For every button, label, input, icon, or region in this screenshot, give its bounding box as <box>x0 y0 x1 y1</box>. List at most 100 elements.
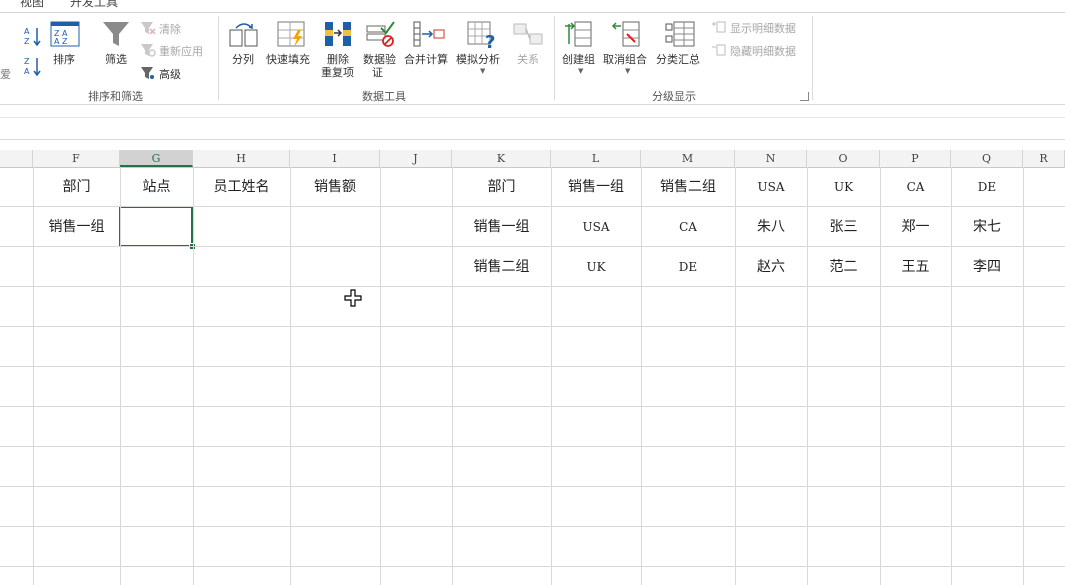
active-cell-G2[interactable] <box>119 206 193 247</box>
consolidate-button[interactable]: 合并计算 <box>404 20 454 70</box>
column-header-N[interactable]: N <box>735 150 807 167</box>
gridline-vertical <box>33 167 34 585</box>
cell-Q3[interactable]: 李四 <box>951 247 1023 287</box>
cell-K3[interactable]: 销售二组 <box>452 247 551 287</box>
cell-I1[interactable]: 销售额 <box>290 167 380 207</box>
gridline-vertical <box>1023 167 1024 585</box>
gridline-horizontal <box>0 326 1065 327</box>
formula-bar-area <box>0 104 1065 140</box>
advanced-label: 高级 <box>159 68 181 81</box>
column-header-M[interactable]: M <box>641 150 735 167</box>
show-detail-icon <box>712 21 726 33</box>
cell-L2[interactable]: USA <box>551 207 641 247</box>
column-header-Q[interactable]: Q <box>951 150 1023 167</box>
group-button[interactable]: 创建组 ▼ <box>561 20 601 80</box>
column-headers: FGHIJKLMNOPQR <box>0 150 1065 168</box>
svg-text:Z: Z <box>24 37 30 46</box>
sort-label: 排序 <box>53 53 75 66</box>
ungroup-icon <box>611 21 640 47</box>
cell-K1[interactable]: 部门 <box>452 167 551 207</box>
sort-ascending-button[interactable]: A Z <box>23 24 43 48</box>
excel-window: 视图 开发工具 爱 A Z Z A Z A A Z 排序 筛选 清除 重新应用 … <box>0 0 1065 585</box>
worksheet-grid[interactable]: 部门 站点 员工姓名 销售额 部门 销售一组 销售二组 USA UK CA DE 销售一组 销售一组 US… <box>0 167 1065 585</box>
gridline-vertical <box>735 167 736 585</box>
tab-view[interactable]: 视图 <box>20 0 44 10</box>
group-separator <box>812 16 813 100</box>
cell-P3[interactable]: 王五 <box>880 247 951 287</box>
cell-H1[interactable]: 员工姓名 <box>193 167 290 207</box>
sort-az-icon: A Z <box>24 27 41 47</box>
sort-button[interactable]: Z A A Z 排序 <box>50 20 82 70</box>
flash-fill-button[interactable]: 快速填充 <box>266 20 318 70</box>
gridline-vertical <box>120 167 121 585</box>
cell-M1[interactable]: 销售二组 <box>641 167 735 207</box>
remove-duplicates-button[interactable]: 删除 重复项 <box>320 20 360 82</box>
gridline-horizontal <box>0 446 1065 447</box>
what-if-label: 模拟分析 <box>456 53 500 66</box>
text-to-columns-button[interactable]: 分列 <box>228 20 262 70</box>
data-validation-button[interactable]: 数据验 证 <box>362 20 402 82</box>
reapply-icon <box>141 44 156 57</box>
what-if-icon: ? <box>467 21 495 50</box>
flash-fill-icon <box>277 21 305 47</box>
gridline-horizontal <box>0 526 1065 527</box>
dialog-launcher-icon[interactable] <box>800 92 809 101</box>
filter-button[interactable]: 筛选 <box>101 20 133 70</box>
ungroup-label: 取消组合 <box>603 53 647 66</box>
gridline-vertical <box>951 167 952 585</box>
column-header-E-partial[interactable] <box>0 150 33 167</box>
column-header-I[interactable]: I <box>290 150 380 167</box>
cell-M2[interactable]: CA <box>641 207 735 247</box>
column-header-H[interactable]: H <box>193 150 290 167</box>
subtotal-button[interactable]: 分类汇总 <box>656 20 706 70</box>
gridline-horizontal <box>0 246 1065 247</box>
cell-N1[interactable]: USA <box>735 167 807 207</box>
column-header-R[interactable]: R <box>1023 150 1065 167</box>
cell-F1[interactable]: 部门 <box>33 167 120 207</box>
gridline-horizontal <box>0 366 1065 367</box>
cell-K2[interactable]: 销售一组 <box>452 207 551 247</box>
cell-M3[interactable]: DE <box>641 247 735 287</box>
ungroup-button[interactable]: 取消组合 ▼ <box>603 20 653 80</box>
chevron-down-icon: ▼ <box>480 67 486 75</box>
column-header-G[interactable]: G <box>120 150 193 167</box>
cell-F2[interactable]: 销售一组 <box>33 207 120 247</box>
cell-O2[interactable]: 张三 <box>807 207 880 247</box>
cell-N3[interactable]: 赵六 <box>735 247 807 287</box>
outline-group-label: 分级显示 <box>652 90 696 103</box>
cell-O3[interactable]: 范二 <box>807 247 880 287</box>
column-header-K[interactable]: K <box>452 150 551 167</box>
ribbon-tabs: 视图 开发工具 <box>0 0 1065 13</box>
tab-developer[interactable]: 开发工具 <box>70 0 118 10</box>
sort-descending-button[interactable]: Z A <box>23 54 43 78</box>
remove-duplicates-label-2: 重复项 <box>321 66 354 79</box>
cell-L3[interactable]: UK <box>551 247 641 287</box>
what-if-analysis-button[interactable]: ? 模拟分析 ▼ <box>456 20 508 80</box>
column-header-J[interactable]: J <box>380 150 452 167</box>
cell-P1[interactable]: CA <box>880 167 951 207</box>
consolidate-label: 合并计算 <box>404 53 448 66</box>
cell-O1[interactable]: UK <box>807 167 880 207</box>
relationships-button[interactable]: 关系 <box>512 20 546 70</box>
data-validation-label-1: 数据验 <box>363 53 396 66</box>
cell-N2[interactable]: 朱八 <box>735 207 807 247</box>
reapply-label: 重新应用 <box>159 45 203 58</box>
cell-P2[interactable]: 郑一 <box>880 207 951 247</box>
column-header-O[interactable]: O <box>807 150 880 167</box>
relationships-icon <box>513 23 543 45</box>
chevron-down-icon: ▼ <box>578 67 584 75</box>
cell-Q2[interactable]: 宋七 <box>951 207 1023 247</box>
column-header-P[interactable]: P <box>880 150 951 167</box>
gridline-vertical <box>380 167 381 585</box>
svg-text:Z: Z <box>24 57 30 66</box>
cell-select-cursor-icon <box>344 289 362 307</box>
cell-G1[interactable]: 站点 <box>120 167 193 207</box>
sort-za-icon: Z A <box>24 57 41 77</box>
column-header-F[interactable]: F <box>33 150 120 167</box>
group-label: 创建组 <box>562 53 595 66</box>
remove-duplicates-icon <box>325 22 351 46</box>
cell-L1[interactable]: 销售一组 <box>551 167 641 207</box>
cell-Q1[interactable]: DE <box>951 167 1023 207</box>
sort-dialog-icon: Z A A Z <box>50 21 80 47</box>
column-header-L[interactable]: L <box>551 150 641 167</box>
